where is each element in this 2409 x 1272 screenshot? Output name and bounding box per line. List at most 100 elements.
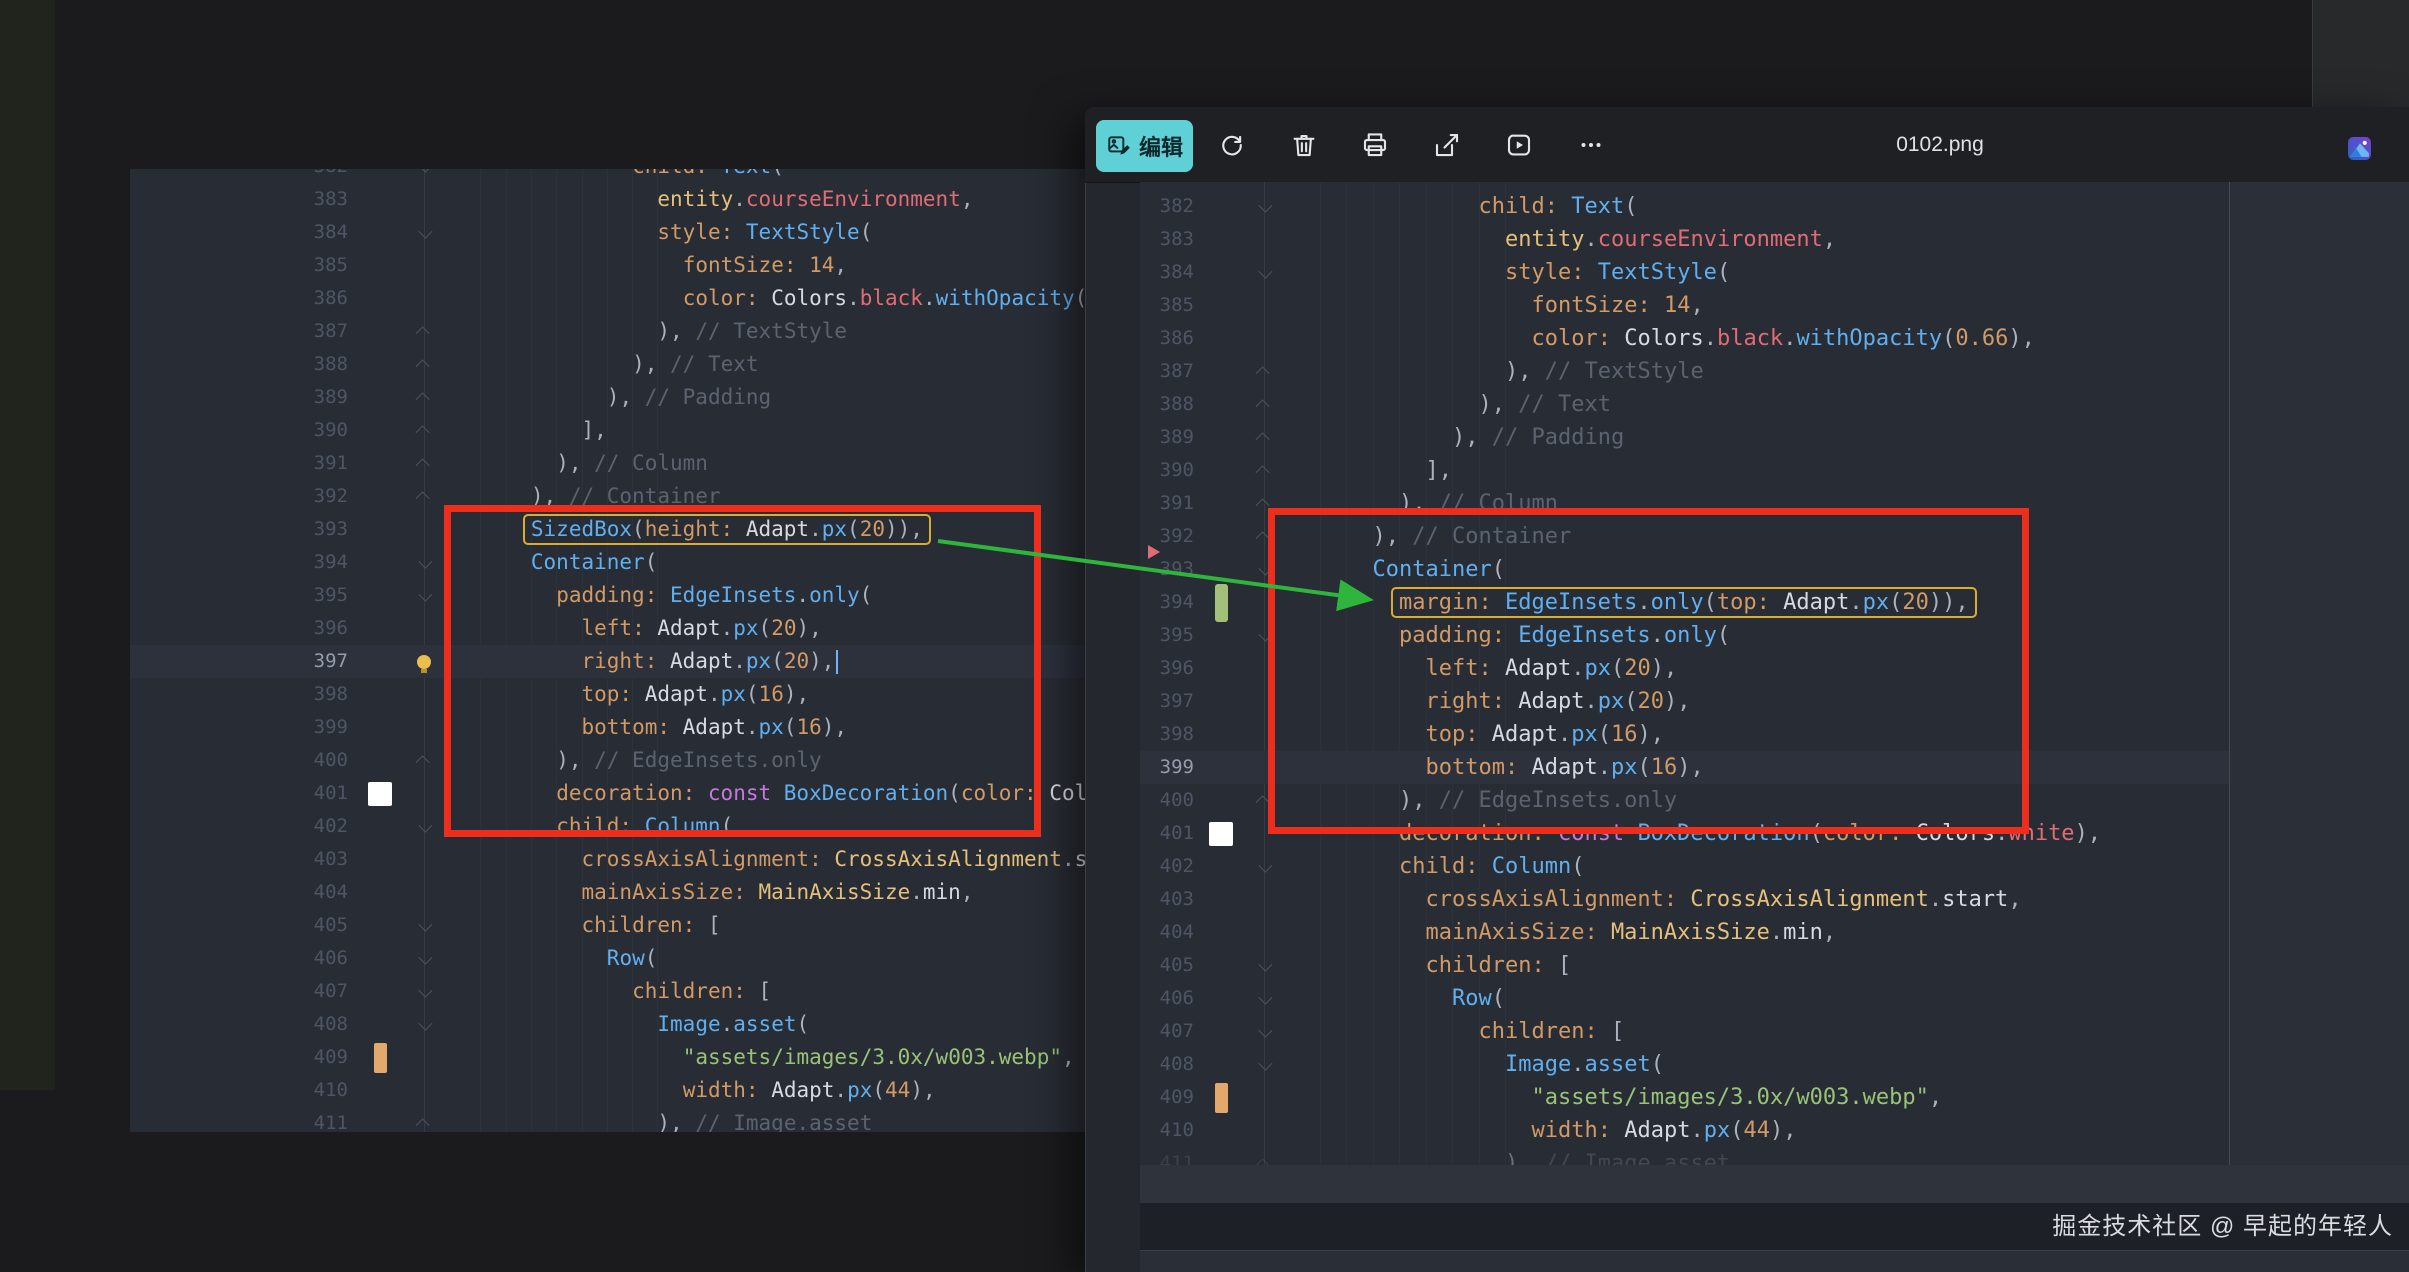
code-text[interactable]: crossAxisAlignment: CrossAxisAlignment.s… <box>448 843 1085 876</box>
code-text[interactable]: ), // Image.asset <box>448 1107 1085 1132</box>
code-text[interactable]: ), // TextStyle <box>448 315 1085 348</box>
fold-marker-icon[interactable] <box>1256 498 1270 512</box>
fold-marker-icon[interactable] <box>1258 627 1272 641</box>
code-text[interactable]: children: [ <box>448 975 1085 1008</box>
code-text[interactable]: right: Adapt.px(20), <box>1286 685 2229 718</box>
code-text[interactable]: ), // TextStyle <box>1286 355 2229 388</box>
fold-marker-icon[interactable] <box>418 554 432 568</box>
fold-marker-icon[interactable] <box>418 983 432 997</box>
fold-marker-icon[interactable] <box>1256 399 1270 413</box>
code-text[interactable]: Image.asset( <box>1286 1048 2229 1081</box>
code-text[interactable]: bottom: Adapt.px(16), <box>1286 751 2229 784</box>
fold-marker-icon[interactable] <box>1258 957 1272 971</box>
code-text[interactable]: children: [ <box>448 909 1085 942</box>
fold-marker-icon[interactable] <box>418 818 432 832</box>
lightbulb-icon[interactable] <box>417 655 431 669</box>
code-text[interactable]: width: Adapt.px(44), <box>448 1074 1085 1107</box>
code-text[interactable]: mainAxisSize: MainAxisSize.min, <box>448 876 1085 909</box>
code-text[interactable]: Container( <box>448 546 1085 579</box>
code-text[interactable]: padding: EdgeInsets.only( <box>1286 619 2229 652</box>
code-text[interactable]: ), // Container <box>448 480 1085 513</box>
fold-marker-icon[interactable] <box>1258 561 1272 575</box>
code-text[interactable]: color: Colors.black.withOpacity(0.66), <box>448 282 1085 315</box>
code-text[interactable]: ), // Column <box>1286 487 2229 520</box>
code-text[interactable]: margin: EdgeInsets.only(top: Adapt.px(20… <box>1286 586 2229 619</box>
code-text[interactable]: Image.asset( <box>448 1008 1085 1041</box>
fold-marker-icon[interactable] <box>1256 465 1270 479</box>
code-text[interactable]: child: Column( <box>448 810 1085 843</box>
code-text[interactable]: bottom: Adapt.px(16), <box>448 711 1085 744</box>
code-text[interactable]: style: TextStyle( <box>1286 256 2229 289</box>
code-text[interactable]: child: Text( <box>448 169 1085 183</box>
code-text[interactable]: fontSize: 14, <box>448 249 1085 282</box>
code-text[interactable]: right: Adapt.px(20), <box>448 645 1085 678</box>
code-text[interactable]: child: Column( <box>1286 850 2229 883</box>
code-text[interactable]: Container( <box>1286 553 2229 586</box>
fold-marker-icon[interactable] <box>416 458 430 472</box>
fold-marker-icon[interactable] <box>418 950 432 964</box>
edit-button[interactable]: 编辑 <box>1096 120 1193 172</box>
fold-marker-icon[interactable] <box>1256 531 1270 545</box>
fold-marker-icon[interactable] <box>1256 1158 1270 1165</box>
rotate-button[interactable] <box>1210 123 1254 167</box>
code-editor-left[interactable]: 382child: Text(383entity.courseEnvironme… <box>130 169 1085 1132</box>
code-text[interactable]: ), // EdgeInsets.only <box>448 744 1085 777</box>
code-text[interactable]: entity.courseEnvironment, <box>448 183 1085 216</box>
code-text[interactable]: ), // Image.asset <box>1286 1147 2229 1165</box>
code-text[interactable]: ], <box>448 414 1085 447</box>
code-text[interactable]: "assets/images/3.0x/w003.webp", <box>448 1041 1085 1074</box>
fold-marker-icon[interactable] <box>418 224 432 238</box>
fold-marker-icon[interactable] <box>1258 198 1272 212</box>
share-button[interactable] <box>1425 123 1469 167</box>
fold-marker-icon[interactable] <box>416 326 430 340</box>
fold-marker-icon[interactable] <box>1258 858 1272 872</box>
code-text[interactable]: mainAxisSize: MainAxisSize.min, <box>1286 916 2229 949</box>
code-text[interactable]: fontSize: 14, <box>1286 289 2229 322</box>
code-text[interactable]: top: Adapt.px(16), <box>1286 718 2229 751</box>
fold-marker-icon[interactable] <box>416 425 430 439</box>
code-text[interactable]: ), // Text <box>1286 388 2229 421</box>
code-text[interactable]: color: Colors.black.withOpacity(0.66), <box>1286 322 2229 355</box>
fold-marker-icon[interactable] <box>1258 1056 1272 1070</box>
fold-marker-icon[interactable] <box>416 755 430 769</box>
code-text[interactable]: ), // Text <box>448 348 1085 381</box>
code-text[interactable]: left: Adapt.px(20), <box>448 612 1085 645</box>
more-button[interactable] <box>1569 123 1613 167</box>
code-text[interactable]: left: Adapt.px(20), <box>1286 652 2229 685</box>
code-text[interactable]: Row( <box>1286 982 2229 1015</box>
print-button[interactable] <box>1353 123 1397 167</box>
code-text[interactable]: width: Adapt.px(44), <box>1286 1114 2229 1147</box>
fold-marker-icon[interactable] <box>1256 795 1270 809</box>
fold-marker-icon[interactable] <box>1256 366 1270 380</box>
code-text[interactable]: "assets/images/3.0x/w003.webp", <box>1286 1081 2229 1114</box>
video-button[interactable] <box>1497 123 1541 167</box>
delete-button[interactable] <box>1282 123 1326 167</box>
code-text[interactable]: SizedBox(height: Adapt.px(20)), <box>448 513 1085 546</box>
code-text[interactable]: ], <box>1286 454 2229 487</box>
code-text[interactable]: style: TextStyle( <box>448 216 1085 249</box>
code-text[interactable]: ), // Padding <box>448 381 1085 414</box>
code-text[interactable]: children: [ <box>1286 1015 2229 1048</box>
code-text[interactable]: ), // Container <box>1286 520 2229 553</box>
code-text[interactable]: entity.courseEnvironment, <box>1286 223 2229 256</box>
fold-marker-icon[interactable] <box>418 169 432 172</box>
code-text[interactable]: crossAxisAlignment: CrossAxisAlignment.s… <box>1286 883 2229 916</box>
fold-marker-icon[interactable] <box>416 392 430 406</box>
code-text[interactable]: child: Text( <box>1286 190 2229 223</box>
fold-marker-icon[interactable] <box>1258 1023 1272 1037</box>
fold-marker-icon[interactable] <box>416 359 430 373</box>
code-text[interactable]: ), // Padding <box>1286 421 2229 454</box>
fold-marker-icon[interactable] <box>418 1016 432 1030</box>
fold-marker-icon[interactable] <box>1258 990 1272 1004</box>
fold-marker-icon[interactable] <box>1258 264 1272 278</box>
code-text[interactable]: padding: EdgeInsets.only( <box>448 579 1085 612</box>
code-text[interactable]: children: [ <box>1286 949 2229 982</box>
code-text[interactable]: decoration: const BoxDecoration(color: C… <box>1286 817 2229 850</box>
fold-marker-icon[interactable] <box>418 917 432 931</box>
fold-marker-icon[interactable] <box>416 1118 430 1132</box>
code-text[interactable]: ), // Column <box>448 447 1085 480</box>
code-text[interactable]: Row( <box>448 942 1085 975</box>
fold-marker-icon[interactable] <box>416 491 430 505</box>
code-text[interactable]: ), // EdgeInsets.only <box>1286 784 2229 817</box>
code-text[interactable]: decoration: const BoxDecoration(color: C… <box>448 777 1085 810</box>
